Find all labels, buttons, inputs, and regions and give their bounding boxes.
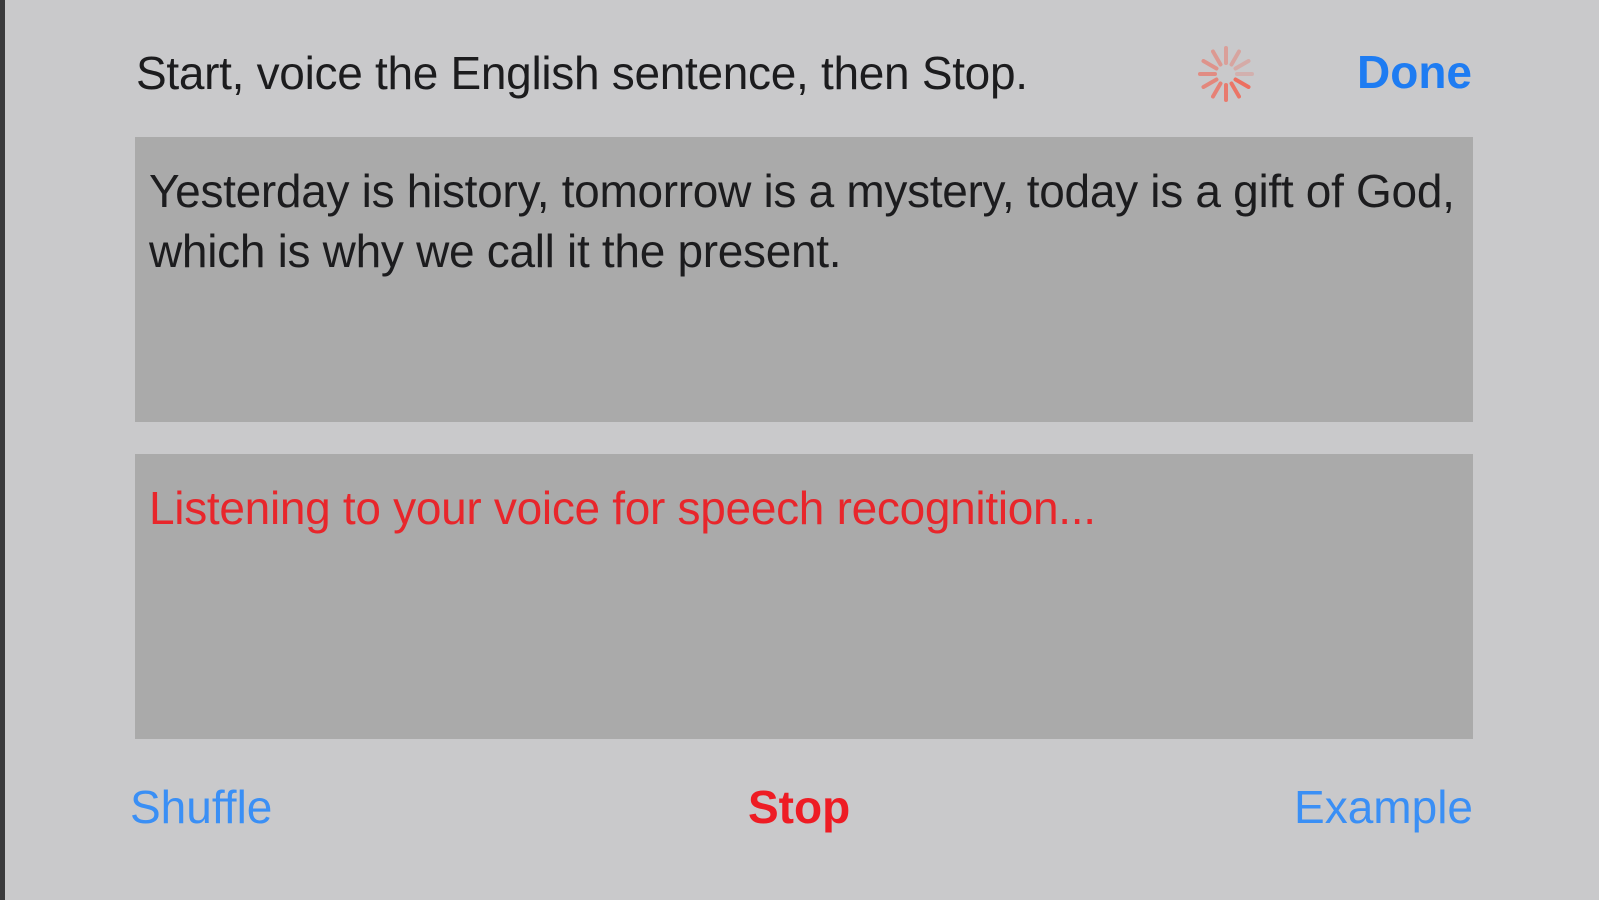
activity-spinner-icon [1196,44,1256,104]
spinner-ray [1211,81,1223,99]
spinner-ray [1233,77,1251,89]
spinner-ray [1229,49,1241,67]
spinner-ray [1211,49,1223,67]
spinner-ray [1233,59,1251,71]
spinner-ray [1229,81,1241,99]
shuffle-button[interactable]: Shuffle [130,780,272,834]
example-button[interactable]: Example [1294,780,1473,834]
spinner-ray [1201,77,1219,89]
instruction-text: Start, voice the English sentence, then … [136,47,1028,99]
spinner-ray [1201,59,1219,71]
window-edge [0,0,5,900]
speech-practice-panel: Start, voice the English sentence, then … [0,0,1599,900]
sentence-text-box[interactable]: Yesterday is history, tomorrow is a myst… [135,137,1473,422]
recognition-result-box[interactable]: Listening to your voice for speech recog… [135,454,1473,739]
done-button[interactable]: Done [1357,45,1472,99]
stop-button[interactable]: Stop [748,780,850,834]
